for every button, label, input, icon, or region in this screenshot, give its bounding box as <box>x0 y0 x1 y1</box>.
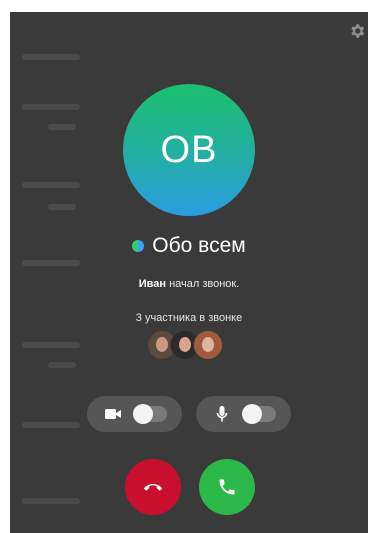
background-list-line <box>48 362 76 368</box>
chat-status-icon <box>132 240 145 252</box>
chat-title: Обо всем <box>152 234 246 257</box>
background-list-line <box>22 260 80 266</box>
background-list-line <box>22 498 80 504</box>
microphone-toggle[interactable] <box>196 396 291 432</box>
chat-title-row: Обо всем <box>10 234 368 258</box>
background-list-line <box>22 104 80 110</box>
call-overlay: ОВ Обо всем Иван начал звонок. 3 участни… <box>10 12 368 533</box>
microphone-switch[interactable] <box>242 404 276 424</box>
background-list-line <box>22 54 80 60</box>
call-started-text: Иван начал звонок. <box>10 278 368 290</box>
avatar-initials: ОВ <box>160 128 218 171</box>
video-switch-knob <box>133 404 153 424</box>
participant-face <box>156 337 168 352</box>
background-chat-list <box>10 12 100 533</box>
background-list-line <box>48 124 76 130</box>
participant-avatars <box>147 330 223 360</box>
caller-name: Иван <box>138 278 166 290</box>
participant-avatar <box>193 330 223 360</box>
video-camera-icon <box>103 404 123 424</box>
background-list-line <box>22 342 80 348</box>
accept-call-button[interactable] <box>199 459 255 515</box>
hang-up-icon <box>143 484 163 491</box>
participants-count: 3 участника в звонке <box>135 312 243 324</box>
gear-icon-svg <box>351 24 365 38</box>
video-switch[interactable] <box>133 404 167 424</box>
phone-icon <box>219 479 235 495</box>
participant-face <box>202 337 214 352</box>
video-toggle[interactable] <box>87 396 182 432</box>
background-list-line <box>22 422 80 428</box>
decline-call-button[interactable] <box>125 459 181 515</box>
background-list-line <box>48 204 76 210</box>
background-list-line <box>22 182 80 188</box>
gear-icon[interactable] <box>348 22 366 40</box>
microphone-icon <box>212 404 232 424</box>
chat-avatar: ОВ <box>123 84 255 216</box>
microphone-switch-knob <box>242 404 262 424</box>
participant-face <box>179 337 191 352</box>
call-started-label: начал звонок. <box>169 278 240 290</box>
